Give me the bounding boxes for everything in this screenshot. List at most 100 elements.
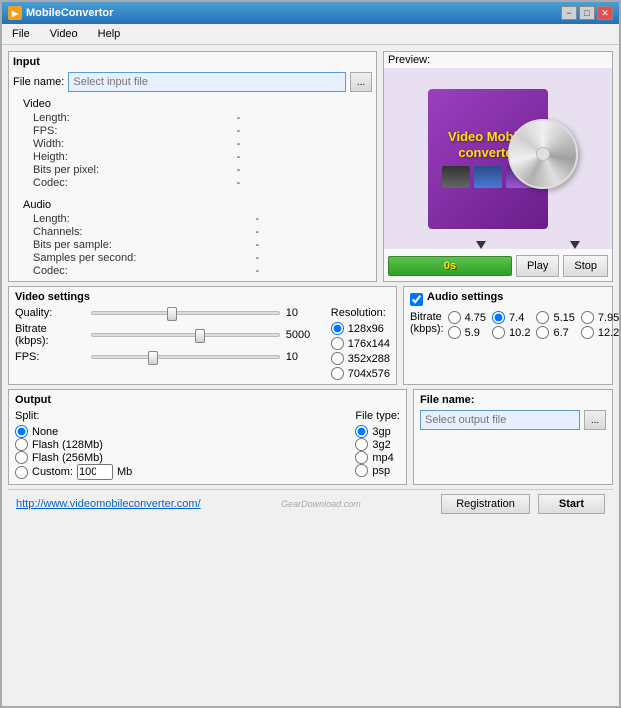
res-352x288-option[interactable]: 352x288: [331, 352, 390, 365]
menu-help[interactable]: Help: [92, 26, 127, 42]
registration-button[interactable]: Registration: [441, 494, 530, 514]
audio-content: Bitrate(kbps): 4.75 7.4 5.15: [410, 311, 606, 339]
product-disc: [508, 119, 578, 189]
res-704x576-radio[interactable]: [331, 367, 344, 380]
audio-475-radio[interactable]: [448, 311, 461, 324]
audio-515-option[interactable]: 5.15: [536, 311, 574, 324]
marker-right: [570, 241, 580, 249]
ft-psp-radio[interactable]: [355, 464, 368, 477]
audio-settings-panel: Audio settings Bitrate(kbps): 4.75 7.4: [403, 286, 613, 385]
output-file-field[interactable]: [420, 410, 580, 430]
title-bar-left: ▶ MobileConvertor: [8, 6, 113, 20]
audio-59-radio[interactable]: [448, 326, 461, 339]
menu-file[interactable]: File: [6, 26, 36, 42]
watermark: GearDownload.com: [281, 499, 361, 509]
audio-59-option[interactable]: 5.9: [448, 326, 486, 339]
stop-button[interactable]: Stop: [563, 255, 608, 277]
ft-psp-option[interactable]: psp: [355, 464, 400, 477]
split-custom-value[interactable]: [77, 464, 113, 480]
audio-102-radio[interactable]: [492, 326, 505, 339]
app-icon: ▶: [8, 6, 22, 20]
close-button[interactable]: ✕: [597, 6, 613, 20]
maximize-button[interactable]: □: [579, 6, 595, 20]
top-section: Input File name: ... Video Length: - FPS…: [8, 51, 613, 282]
video-length-label: Length:: [33, 112, 231, 124]
split-flash256-option[interactable]: Flash (256Mb): [15, 451, 345, 464]
audio-795-radio[interactable]: [581, 311, 594, 324]
res-128x96-option[interactable]: 128x96: [331, 322, 390, 335]
split-flash128-radio[interactable]: [15, 438, 28, 451]
video-subsection-title: Video: [23, 98, 372, 110]
audio-bps-label: Bits per sample:: [33, 239, 249, 251]
ft-psp-label: psp: [372, 465, 390, 477]
split-none-option[interactable]: None: [15, 425, 345, 438]
split-group: Split: None Flash (128Mb) Flash (256Mb): [15, 410, 345, 480]
video-width-value: -: [237, 138, 372, 150]
audio-74-option[interactable]: 7.4: [492, 311, 530, 324]
progress-bar[interactable]: 0s: [388, 256, 512, 276]
progress-markers: [384, 241, 612, 249]
res-176x144-option[interactable]: 176x144: [331, 337, 390, 350]
website-link[interactable]: http://www.videomobileconverter.com/: [16, 498, 201, 510]
split-custom-radio[interactable]: [15, 466, 28, 479]
quality-slider[interactable]: [91, 311, 280, 315]
menu-video[interactable]: Video: [44, 26, 84, 42]
res-352x288-label: 352x288: [348, 353, 390, 365]
audio-codec-label: Codec:: [33, 265, 249, 277]
split-none-radio[interactable]: [15, 425, 28, 438]
action-buttons: Registration Start: [441, 494, 605, 514]
bitrate-slider[interactable]: [91, 333, 280, 337]
ft-mp4-option[interactable]: mp4: [355, 451, 400, 464]
output-browse-button[interactable]: ...: [584, 410, 606, 430]
audio-74-radio[interactable]: [492, 311, 505, 324]
ft-3gp-radio[interactable]: [355, 425, 368, 438]
video-height-value: -: [237, 151, 372, 163]
audio-header: Audio settings: [410, 291, 606, 307]
audio-67-option[interactable]: 6.7: [536, 326, 574, 339]
preview-image: Video Mobileconverter: [384, 68, 612, 249]
fps-label: FPS:: [15, 351, 85, 363]
video-info-grid: Length: - FPS: - Width: - Heigth: - Bits…: [33, 112, 372, 189]
input-title: Input: [13, 56, 372, 68]
start-button[interactable]: Start: [538, 494, 605, 514]
resolution-label: Resolution:: [331, 307, 390, 319]
split-custom-row: Custom: Mb: [15, 464, 345, 480]
audio-enabled-checkbox[interactable]: [410, 293, 423, 306]
res-704x576-option[interactable]: 704x576: [331, 367, 390, 380]
split-flash256-label: Flash (256Mb): [32, 452, 103, 464]
res-128x96-radio[interactable]: [331, 322, 344, 335]
audio-795-option[interactable]: 7.95: [581, 311, 619, 324]
minimize-button[interactable]: −: [561, 6, 577, 20]
progress-text: 0s: [444, 260, 456, 272]
split-flash128-option[interactable]: Flash (128Mb): [15, 438, 345, 451]
vs-inner: Quality: 10 Bitrate(kbps): 5000: [15, 307, 390, 380]
res-176x144-radio[interactable]: [331, 337, 344, 350]
audio-sps-label: Samples per second:: [33, 252, 249, 264]
audio-74-label: 7.4: [509, 312, 524, 324]
res-352x288-radio[interactable]: [331, 352, 344, 365]
play-button[interactable]: Play: [516, 255, 559, 277]
ft-3g2-radio[interactable]: [355, 438, 368, 451]
window-title: MobileConvertor: [26, 7, 113, 19]
fps-slider[interactable]: [91, 355, 280, 359]
audio-67-radio[interactable]: [536, 326, 549, 339]
split-flash256-radio[interactable]: [15, 451, 28, 464]
audio-475-option[interactable]: 4.75: [448, 311, 486, 324]
audio-length-label: Length:: [33, 213, 249, 225]
output-inner: Split: None Flash (128Mb) Flash (256Mb): [15, 410, 400, 480]
ft-3g2-option[interactable]: 3g2: [355, 438, 400, 451]
main-content: Input File name: ... Video Length: - FPS…: [2, 45, 619, 706]
fps-thumb[interactable]: [148, 351, 158, 365]
quality-thumb[interactable]: [167, 307, 177, 321]
audio-length-value: -: [255, 213, 372, 225]
audio-102-option[interactable]: 10.2: [492, 326, 530, 339]
ft-3gp-option[interactable]: 3gp: [355, 425, 400, 438]
audio-122-option[interactable]: 12.2: [581, 326, 619, 339]
audio-grid: 4.75 7.4 5.15 7.95: [448, 311, 620, 339]
bitrate-thumb[interactable]: [195, 329, 205, 343]
input-file-field[interactable]: [68, 72, 346, 92]
audio-122-radio[interactable]: [581, 326, 594, 339]
audio-515-radio[interactable]: [536, 311, 549, 324]
input-browse-button[interactable]: ...: [350, 72, 372, 92]
ft-mp4-radio[interactable]: [355, 451, 368, 464]
